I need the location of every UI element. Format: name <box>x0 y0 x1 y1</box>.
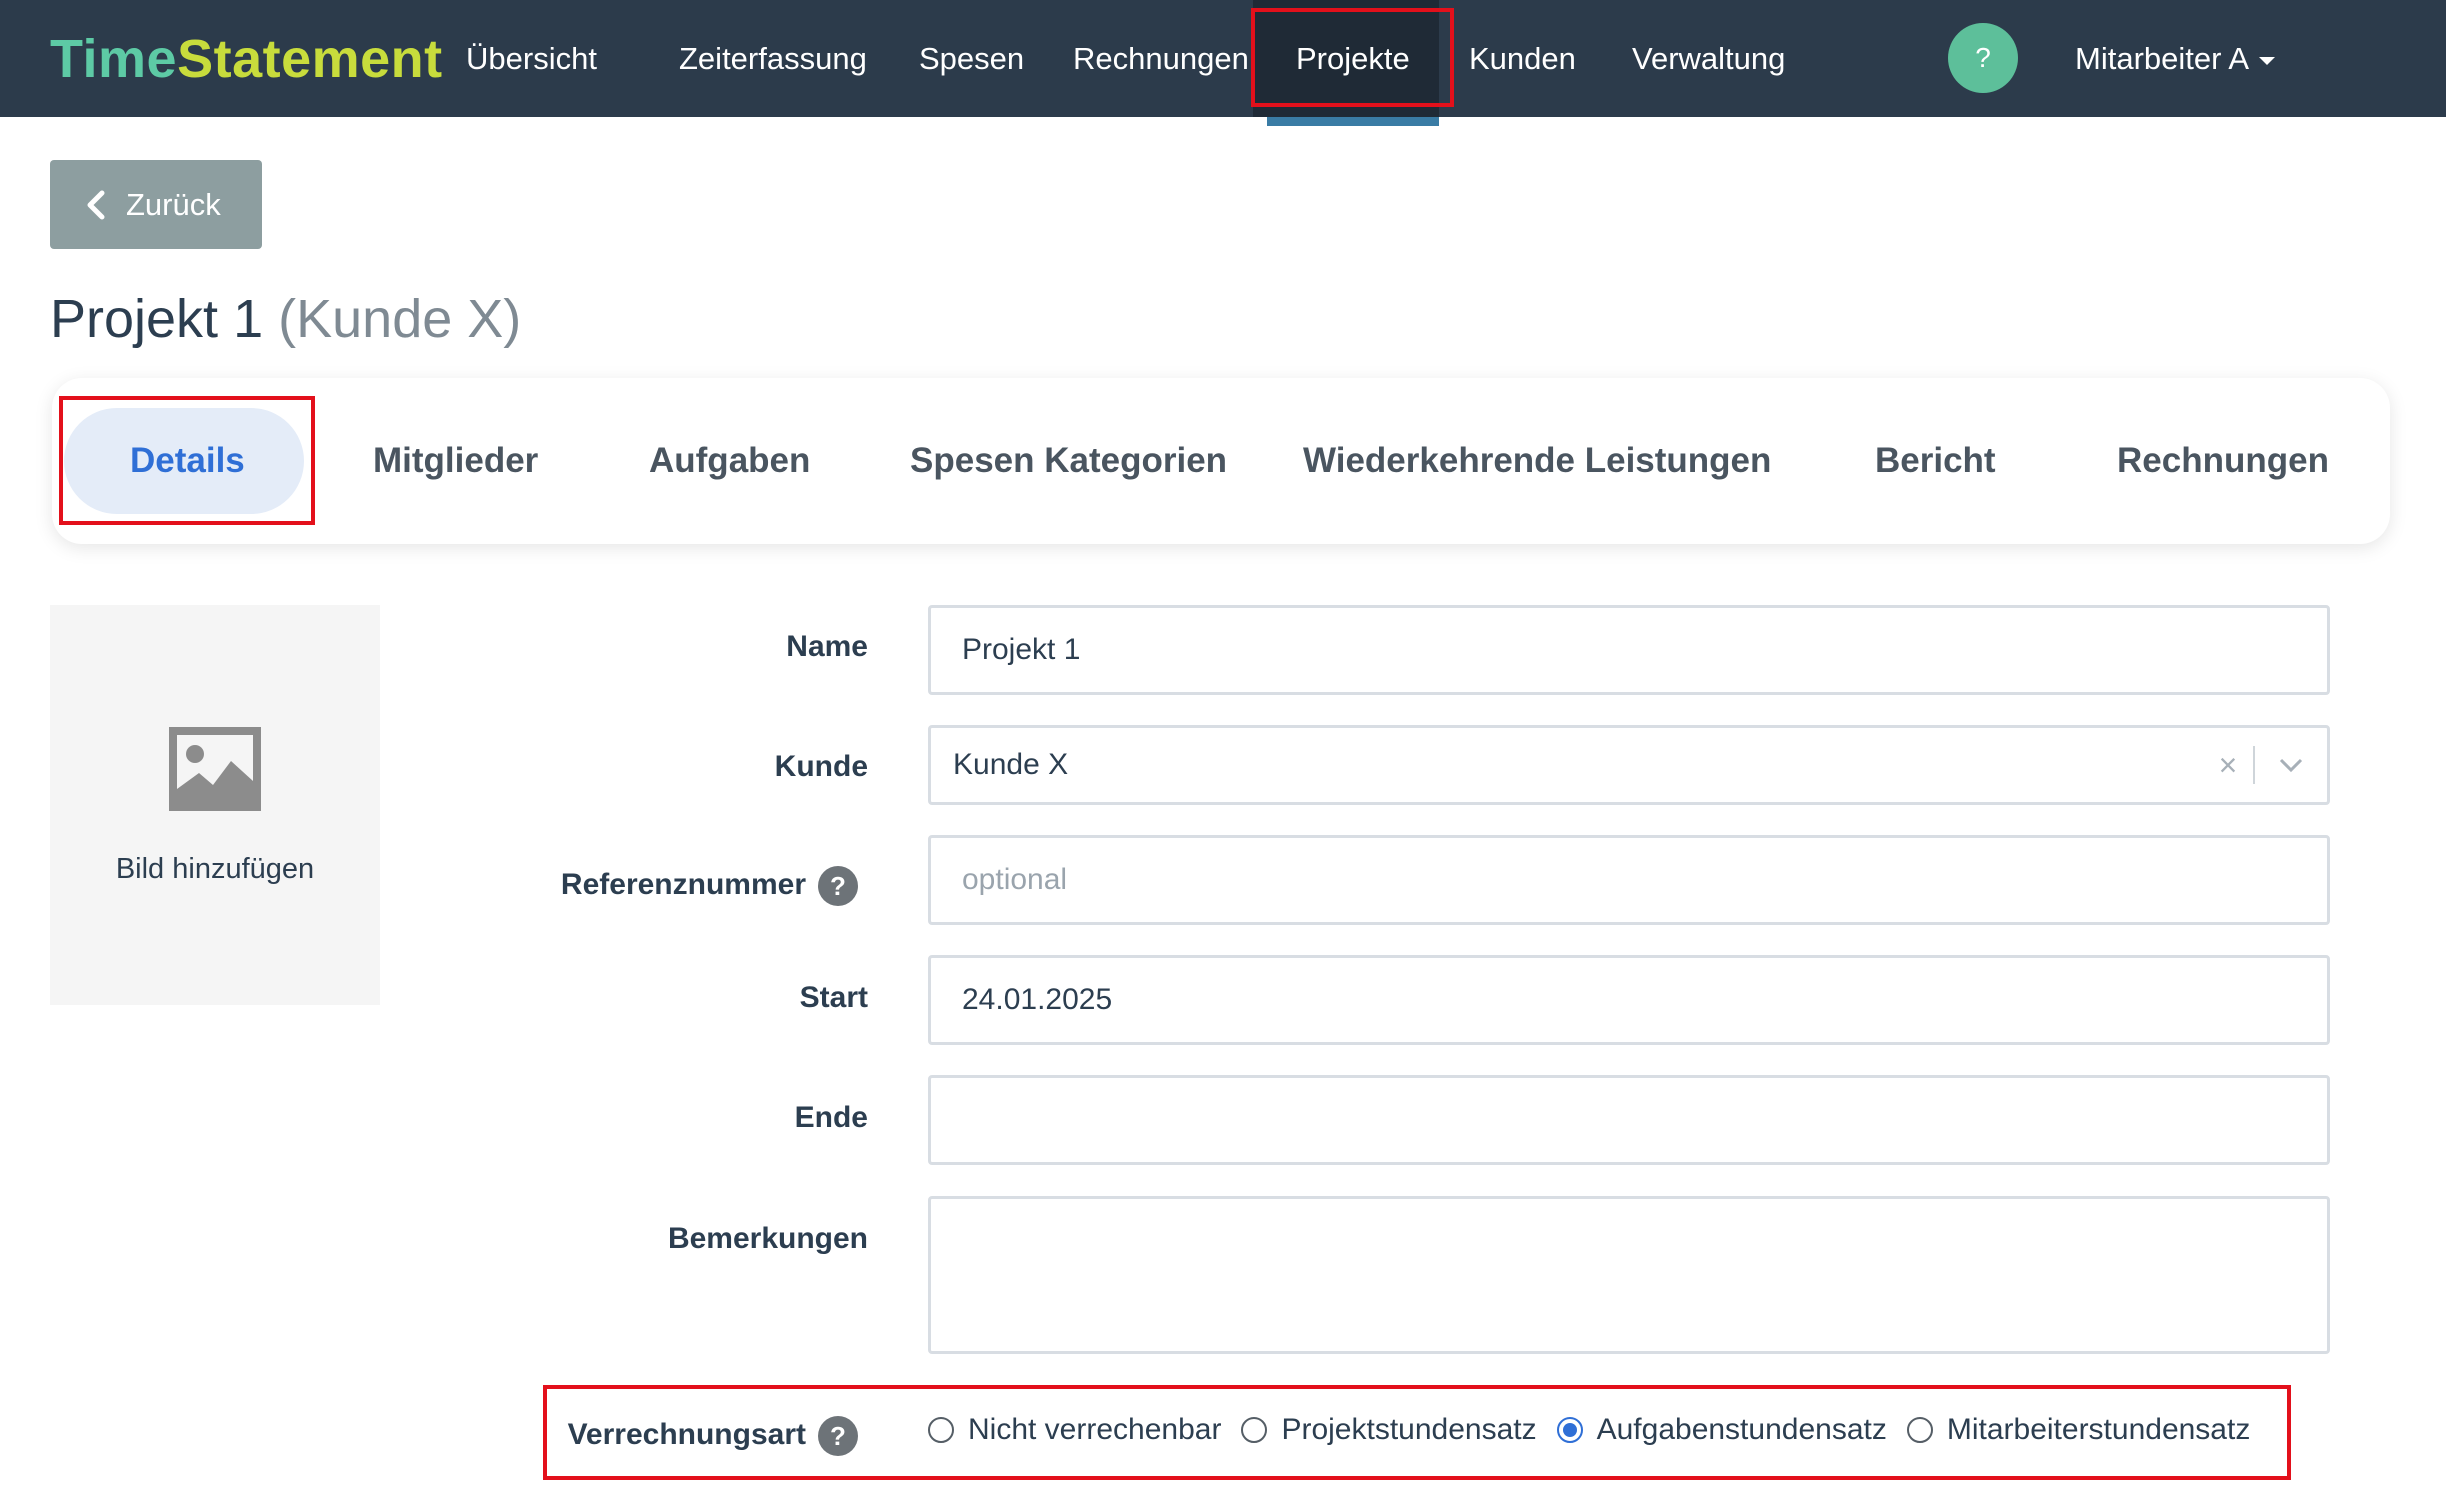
chevron-left-icon <box>87 190 105 219</box>
brand-logo-part2: Statement <box>177 29 443 89</box>
tab-mitglieder[interactable]: Mitglieder <box>373 378 538 544</box>
name-label: Name <box>786 630 868 663</box>
radio-label: Mitarbeiterstundensatz <box>1946 1413 2251 1446</box>
radio-button-icon[interactable] <box>1906 1417 1933 1443</box>
kunde-select[interactable]: Kunde X × <box>928 725 2330 805</box>
verrechnungsart-label: Verrechnungsart? <box>568 1416 858 1456</box>
radio-button-checked-icon[interactable] <box>1556 1417 1583 1443</box>
bemerkungen-textarea[interactable] <box>928 1196 2330 1354</box>
nav-item-uebersicht[interactable]: Übersicht <box>466 0 597 117</box>
ende-date-input[interactable] <box>928 1075 2330 1165</box>
referenznummer-input[interactable]: optional <box>928 835 2330 925</box>
verrechnungsart-label-text: Verrechnungsart <box>567 1417 806 1451</box>
radio-projektstundensatz[interactable]: Projektstundensatz <box>1241 1413 1537 1447</box>
referenz-label: Referenznummer? <box>561 866 858 906</box>
back-button-label: Zurück <box>126 186 221 222</box>
nav-item-rechnungen[interactable]: Rechnungen <box>1073 0 1249 117</box>
page-title-text: Projekt 1 <box>50 289 264 349</box>
chevron-down-icon[interactable] <box>2255 757 2327 773</box>
radio-nicht-verrechenbar[interactable]: Nicht verrechenbar <box>928 1413 1221 1447</box>
nav-active-underline <box>1267 117 1439 126</box>
help-icon[interactable]: ? <box>818 1416 858 1456</box>
kunde-label: Kunde <box>774 750 868 783</box>
image-upload-label: Bild hinzufügen <box>115 853 315 885</box>
image-placeholder-icon <box>169 727 261 811</box>
help-icon[interactable]: ? <box>818 866 858 906</box>
tab-bar: Details Mitglieder Aufgaben Spesen Kateg… <box>52 378 2390 544</box>
radio-mitarbeiterstundensatz[interactable]: Mitarbeiterstundensatz <box>1906 1413 2251 1447</box>
verrechnungsart-radio-group: Nicht verrechenbar Projektstundensatz Au… <box>928 1405 2270 1455</box>
nav-item-zeiterfassung[interactable]: Zeiterfassung <box>679 0 867 117</box>
page-title: Projekt 1 (Kunde X) <box>50 283 521 355</box>
brand-logo[interactable]: TimeStatement <box>50 28 443 90</box>
bemerkungen-label: Bemerkungen <box>667 1222 868 1255</box>
back-button[interactable]: Zurück <box>50 160 262 249</box>
tab-spesen-kategorien[interactable]: Spesen Kategorien <box>910 378 1227 544</box>
tab-rechnungen[interactable]: Rechnungen <box>2117 378 2329 544</box>
image-upload[interactable]: Bild hinzufügen <box>50 605 380 1005</box>
clear-icon[interactable]: × <box>2203 747 2253 784</box>
name-input[interactable]: Projekt 1 <box>928 605 2330 695</box>
kunde-select-value: Kunde X <box>953 748 1069 781</box>
brand-logo-part1: Time <box>50 29 178 89</box>
radio-label: Aufgabenstundensatz <box>1596 1413 1887 1446</box>
radio-label: Nicht verrechenbar <box>968 1413 1222 1446</box>
caret-down-icon <box>2259 56 2276 65</box>
radio-button-icon[interactable] <box>928 1417 954 1443</box>
nav-item-projekte[interactable]: Projekte <box>1296 0 1410 117</box>
user-name: Mitarbeiter A <box>2075 41 2250 76</box>
help-button[interactable]: ? <box>1948 23 2018 93</box>
start-label: Start <box>799 981 868 1014</box>
kunde-select-controls: × <box>2203 728 2327 802</box>
top-navigation: TimeStatement Übersicht Zeiterfassung Sp… <box>0 0 2446 117</box>
tab-wiederkehrende-leistungen[interactable]: Wiederkehrende Leistungen <box>1303 378 1771 544</box>
nav-item-verwaltung[interactable]: Verwaltung <box>1632 0 1785 117</box>
tab-details[interactable]: Details <box>130 378 245 544</box>
tab-bericht[interactable]: Bericht <box>1875 378 1996 544</box>
ende-label: Ende <box>794 1101 868 1134</box>
page-subtitle: (Kunde X) <box>278 289 522 349</box>
radio-button-icon[interactable] <box>1241 1417 1268 1443</box>
start-date-input[interactable]: 24.01.2025 <box>928 955 2330 1045</box>
nav-item-spesen[interactable]: Spesen <box>919 0 1024 117</box>
radio-aufgabenstundensatz[interactable]: Aufgabenstundensatz <box>1556 1413 1887 1447</box>
nav-item-kunden[interactable]: Kunden <box>1469 0 1576 117</box>
radio-label: Projektstundensatz <box>1281 1413 1537 1446</box>
user-menu[interactable]: Mitarbeiter A <box>2075 0 2276 117</box>
referenz-label-text: Referenznummer <box>560 867 806 901</box>
tab-aufgaben[interactable]: Aufgaben <box>649 378 810 544</box>
